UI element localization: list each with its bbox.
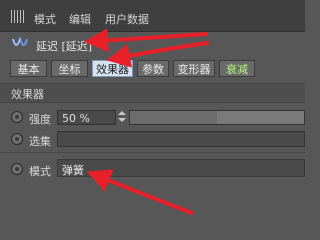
strength-input[interactable]: 50 %: [57, 110, 116, 125]
menu-mode[interactable]: 模式: [34, 11, 56, 27]
menu-edit[interactable]: 编辑: [69, 11, 91, 27]
strength-animate-radio[interactable]: [11, 111, 23, 123]
stepper-down-icon[interactable]: [118, 118, 126, 122]
tab-basic[interactable]: 基本: [10, 60, 47, 77]
selection-animate-radio[interactable]: [11, 133, 23, 145]
divider: [0, 152, 305, 153]
mode-label: 模式: [29, 165, 51, 178]
mode-dropdown[interactable]: 弹簧: [57, 159, 305, 177]
menu-bar: 模式 编辑 用户数据: [0, 0, 305, 32]
object-header: 延迟 [延迟]: [0, 32, 305, 58]
mode-animate-radio[interactable]: [11, 163, 23, 175]
cloner-effector-icon: [11, 37, 29, 47]
section-header[interactable]: 效果器: [0, 83, 305, 103]
strength-value: 50 %: [62, 112, 90, 125]
mode-value: 弹簧: [62, 164, 84, 177]
tab-parameter[interactable]: 参数: [137, 60, 169, 77]
selection-field[interactable]: [57, 131, 305, 147]
grip-icon[interactable]: [11, 10, 24, 23]
selection-label: 选集: [29, 135, 51, 148]
stepper-up-icon[interactable]: [118, 111, 126, 115]
object-title: 延迟 [延迟]: [36, 40, 93, 53]
arrow-to-mode: [86, 169, 194, 215]
strength-label: 强度: [29, 113, 51, 126]
strength-stepper[interactable]: [118, 111, 126, 123]
section-title: 效果器: [11, 88, 44, 101]
tab-coord[interactable]: 坐标: [51, 60, 88, 77]
menu-user-data[interactable]: 用户数据: [105, 11, 149, 27]
tab-deformer[interactable]: 变形器: [173, 60, 215, 77]
tab-effector[interactable]: 效果器: [92, 60, 133, 77]
strength-slider-fill: [130, 111, 217, 124]
tab-falloff[interactable]: 衰减: [219, 60, 255, 77]
strength-slider[interactable]: [129, 110, 305, 125]
